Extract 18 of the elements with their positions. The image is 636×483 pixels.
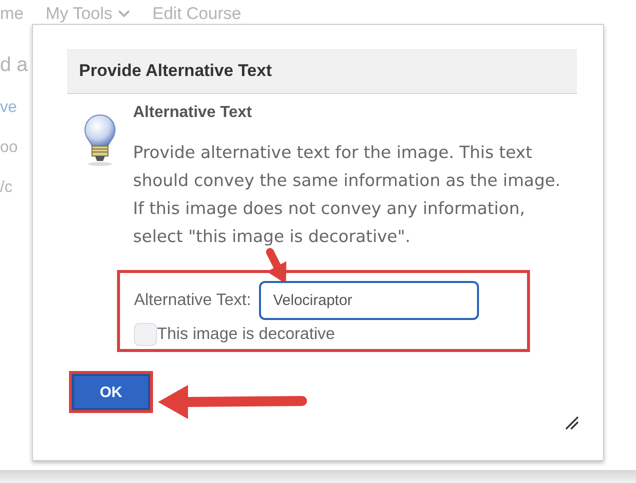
page-link[interactable]: ve	[0, 99, 30, 117]
field-label: Alternative Text:	[134, 291, 252, 310]
nav-link[interactable]: me	[0, 5, 24, 23]
nav-link[interactable]: My Tools	[46, 5, 112, 23]
chevron-down-icon	[118, 10, 130, 18]
page-text: oo	[0, 139, 19, 157]
checkbox[interactable]	[134, 323, 157, 346]
lightbulb-icon	[84, 114, 116, 166]
section-heading: Alternative Text	[133, 104, 253, 122]
page-text: d a	[0, 54, 29, 77]
alt-text-field[interactable]: Velociraptor	[259, 281, 480, 320]
resize-handle-icon[interactable]	[565, 416, 579, 430]
checkbox-label: This image is decorative	[157, 325, 335, 344]
ok-button[interactable]: OK	[72, 374, 150, 410]
description-text: Provide alternative text for the image. This text should convey the same information as the image. If this image does not convey any information, select "this image is decorative".	[133, 141, 562, 248]
page-text: /c	[0, 179, 14, 197]
dialog-title: Provide Alternative Text	[67, 49, 577, 94]
nav-link[interactable]: Edit Course	[152, 5, 242, 23]
